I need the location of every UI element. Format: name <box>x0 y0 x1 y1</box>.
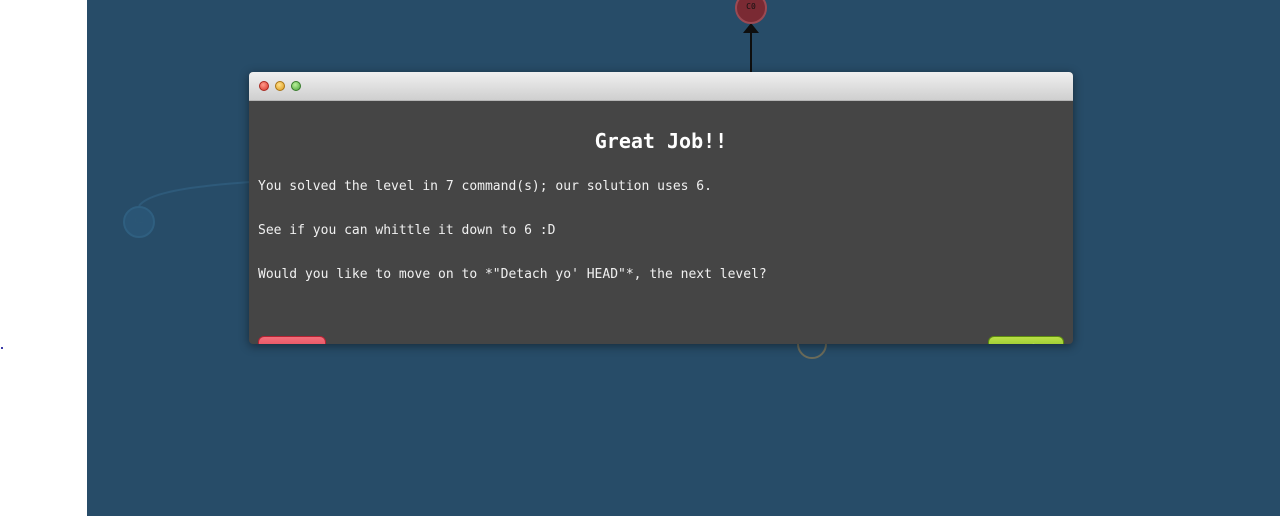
commit-label-c0: C0 <box>746 2 756 11</box>
dialog-titlebar <box>249 72 1073 101</box>
close-window-icon[interactable] <box>259 81 269 91</box>
minimize-window-icon[interactable] <box>275 81 285 91</box>
hint-message: See if you can whittle it down to 6 :D <box>258 223 556 238</box>
confirm-button[interactable]: Confirm <box>988 336 1064 344</box>
commit-label-dim: C2 <box>134 216 144 225</box>
next-level-prompt: Would you like to move on to *"Detach yo… <box>258 267 767 282</box>
branch-edge <box>138 181 251 207</box>
app-stage: C0 C2 Great Job!! You solved the level i… <box>0 0 1280 516</box>
cancel-button[interactable]: Cancel <box>258 336 326 344</box>
level-complete-dialog: Great Job!! You solved the level in 7 co… <box>249 72 1073 344</box>
parent-arrowhead <box>743 23 759 33</box>
result-message: You solved the level in 7 command(s); ou… <box>258 179 712 194</box>
commit-node-hidden <box>797 343 827 359</box>
maximize-window-icon[interactable] <box>291 81 301 91</box>
dialog-title: Great Job!! <box>594 129 728 153</box>
